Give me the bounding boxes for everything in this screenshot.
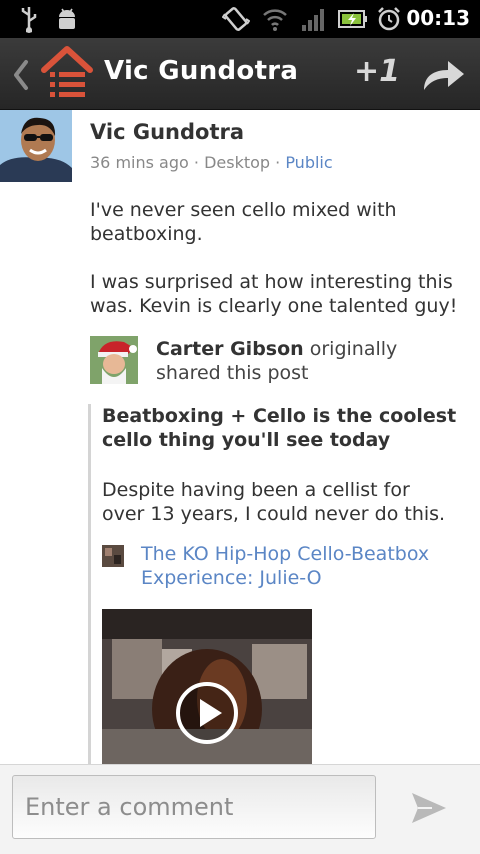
- vibrate-icon: [222, 7, 250, 31]
- reshare-avatar[interactable]: [90, 336, 138, 384]
- avatar[interactable]: [0, 110, 72, 182]
- plus-one-button[interactable]: +1: [354, 54, 400, 89]
- post-visibility[interactable]: Public: [285, 153, 332, 172]
- android-debug-icon: [59, 8, 75, 29]
- home-stream-icon[interactable]: [38, 44, 96, 106]
- status-bar: 00:13: [0, 0, 480, 38]
- reshare-author[interactable]: Carter Gibson: [156, 338, 304, 360]
- comment-bar: [0, 764, 480, 854]
- post-time: 36 mins ago: [90, 153, 189, 172]
- reshare-title: Beatboxing + Cello is the coolest cello …: [102, 405, 457, 451]
- alarm-icon: [378, 7, 400, 31]
- post-author[interactable]: Vic Gundotra: [90, 120, 244, 144]
- send-icon[interactable]: [410, 791, 448, 825]
- battery-charging-icon: [338, 10, 367, 28]
- meta-separator: ·: [270, 153, 286, 172]
- link-favicon: [102, 545, 124, 567]
- comment-input[interactable]: [12, 775, 376, 839]
- reshare-body: Despite having been a cellist for over 1…: [102, 479, 446, 525]
- signal-icon: [302, 9, 324, 31]
- status-time: 00:13: [406, 6, 470, 30]
- play-icon[interactable]: [175, 681, 239, 745]
- share-arrow-icon[interactable]: [420, 58, 466, 92]
- reshare-attribution: Carter Gibson originally shared this pos…: [156, 337, 466, 385]
- wifi-icon: [263, 9, 287, 31]
- meta-separator: ·: [188, 153, 205, 172]
- post-paragraph: I was surprised at how interesting this …: [90, 271, 458, 317]
- action-bar: Vic Gundotra +1: [0, 38, 480, 110]
- action-bar-title: Vic Gundotra: [104, 56, 299, 86]
- post-meta: 36 mins ago · Desktop · Public: [90, 153, 333, 172]
- post-source: Desktop: [204, 153, 271, 172]
- usb-icon: [21, 7, 37, 33]
- back-chevron-icon[interactable]: [10, 58, 32, 92]
- post-paragraph: I've never seen cello mixed with beatbox…: [90, 199, 397, 245]
- quote-divider: [88, 404, 91, 764]
- video-thumbnail[interactable]: [102, 609, 312, 764]
- shared-link[interactable]: The KO Hip-Hop Cello-Beatbox Experience:…: [141, 542, 461, 590]
